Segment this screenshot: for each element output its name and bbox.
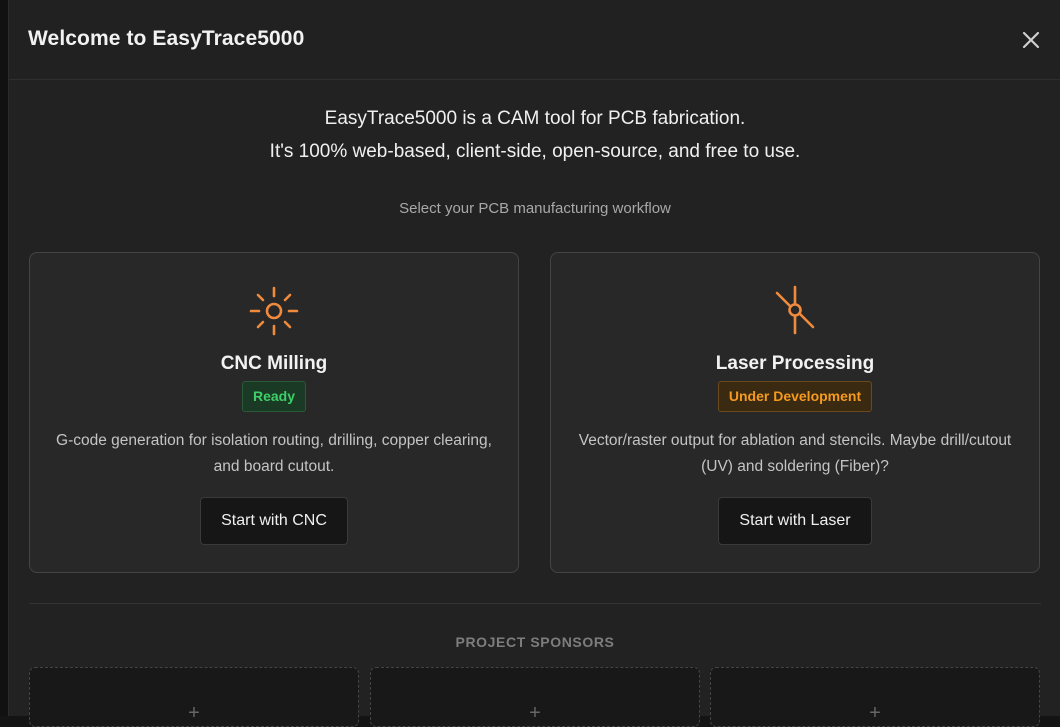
intro-line-1: EasyTrace5000 is a CAM tool for PCB fabr… bbox=[324, 108, 746, 129]
card-title-laser: Laser Processing bbox=[715, 353, 875, 374]
welcome-modal: Welcome to EasyTrace5000 EasyTrace5000 i… bbox=[8, 0, 1060, 727]
plus-icon: + bbox=[188, 702, 200, 724]
sponsor-slot-2[interactable]: + bbox=[370, 667, 700, 727]
app-backdrop bbox=[0, 0, 8, 716]
sun-icon bbox=[249, 286, 299, 336]
intro-text: EasyTrace5000 is a CAM tool for PCB fabr… bbox=[9, 102, 1060, 168]
intro-line-2: It's 100% web-based, client-side, open-s… bbox=[269, 141, 801, 162]
plus-icon: + bbox=[869, 702, 881, 724]
modal-header: Welcome to EasyTrace5000 bbox=[9, 0, 1060, 80]
card-description-cnc: G-code generation for isolation routing,… bbox=[56, 432, 492, 475]
sponsor-slot-1[interactable]: + bbox=[29, 667, 359, 727]
modal-title: Welcome to EasyTrace5000 bbox=[28, 27, 305, 50]
laser-icon bbox=[775, 285, 815, 335]
card-description-laser: Vector/raster output for ablation and st… bbox=[578, 432, 1012, 475]
plus-icon: + bbox=[529, 702, 541, 724]
status-badge-ready: Ready bbox=[241, 381, 307, 412]
sponsor-slot-3[interactable]: + bbox=[710, 667, 1040, 727]
close-button[interactable] bbox=[1017, 26, 1045, 54]
workflow-prompt: Select your PCB manufacturing workflow bbox=[399, 200, 671, 217]
sponsors-heading: PROJECT SPONSORS bbox=[455, 634, 615, 650]
workflow-card-cnc[interactable]: CNC Milling Ready G-code generation for … bbox=[29, 252, 519, 573]
start-laser-button[interactable]: Start with Laser bbox=[718, 497, 872, 545]
workflow-card-laser[interactable]: Laser Processing Under Development Vecto… bbox=[550, 252, 1040, 573]
section-divider bbox=[29, 603, 1041, 604]
status-badge-under-development: Under Development bbox=[717, 381, 873, 412]
close-icon bbox=[1022, 31, 1040, 49]
card-title-cnc: CNC Milling bbox=[220, 353, 328, 374]
start-cnc-button[interactable]: Start with CNC bbox=[200, 497, 348, 545]
